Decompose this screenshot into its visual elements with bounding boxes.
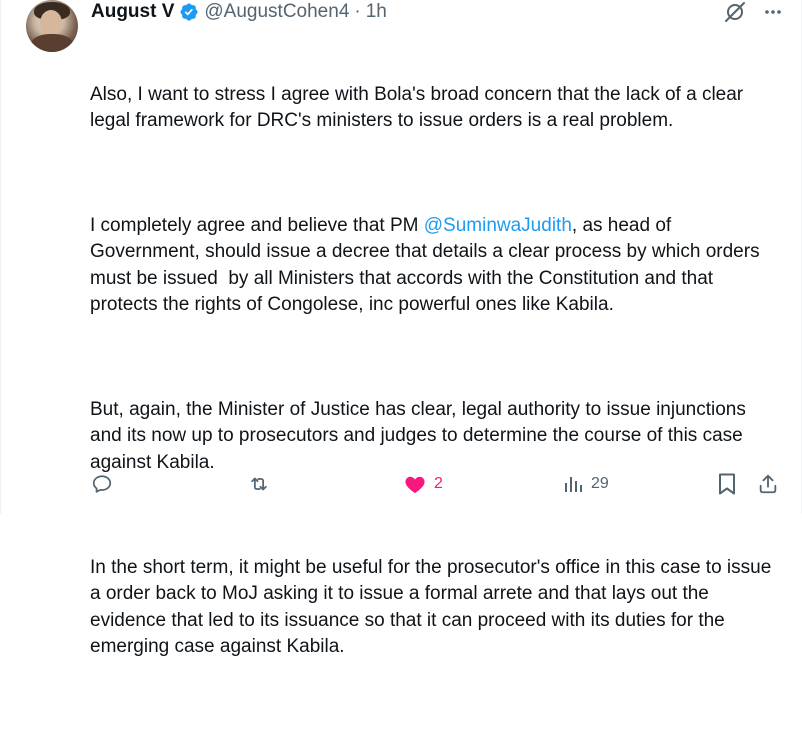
top-actions (723, 0, 783, 24)
verified-badge-icon (180, 3, 198, 21)
author-handle[interactable]: @AugustCohen4 (204, 1, 349, 23)
bookmark-icon (719, 473, 735, 495)
tweet[interactable]: August V @AugustCohen4 · 1h Also, I want… (0, 0, 802, 657)
paragraph-1: Also, I want to stress I agree with Bola… (90, 83, 749, 131)
action-bar: 2 29 (1, 470, 802, 498)
paragraph-2-text-a: I completely agree and believe that PM (90, 215, 424, 237)
paragraph-3: But, again, the Minister of Justice has … (90, 399, 752, 473)
paragraph-2: I completely agree and believe that PM @… (90, 213, 780, 318)
views-button[interactable]: 29 (563, 470, 609, 498)
like-button[interactable]: 2 (404, 470, 443, 498)
timestamp[interactable]: 1h (366, 1, 387, 23)
heart-filled-icon (405, 476, 425, 494)
more-icon[interactable] (763, 2, 783, 22)
repost-button[interactable] (247, 470, 271, 498)
avatar[interactable] (26, 0, 78, 52)
reply-icon (92, 475, 112, 493)
mention-link[interactable]: @SuminwaJudith (424, 215, 572, 236)
repost-icon (251, 477, 267, 491)
share-icon (759, 474, 777, 494)
share-button[interactable] (757, 470, 779, 498)
tweet-text: Also, I want to stress I agree with Bola… (90, 29, 780, 739)
views-count: 29 (591, 475, 609, 492)
tweet-header: August V @AugustCohen4 · 1h (91, 1, 387, 23)
author-name[interactable]: August V (91, 1, 174, 23)
reply-button[interactable] (91, 470, 113, 498)
paragraph-4: In the short term, it might be useful fo… (90, 556, 777, 657)
grok-icon[interactable] (723, 0, 747, 24)
like-count: 2 (434, 475, 443, 492)
bookmark-button[interactable] (717, 470, 737, 498)
views-icon (565, 477, 582, 492)
separator-dot: · (354, 1, 361, 22)
